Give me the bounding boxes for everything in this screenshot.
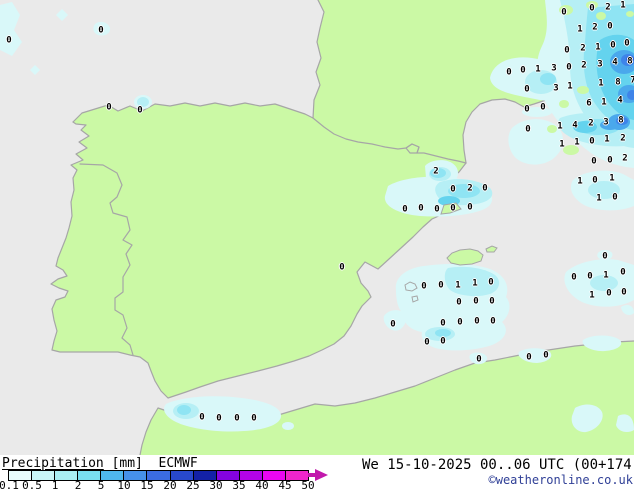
precipitation-map: 0000002112002100001302348031187006140142… [0,0,634,455]
legend-tick-label: 1 [52,479,59,490]
legend-tick-label: 50 [301,479,314,490]
legend-tick-label: 25 [186,479,199,490]
copyright-text: ©weatheronline.co.uk [489,473,634,487]
legend-tick-label: 0.5 [22,479,42,490]
legend-title: Precipitation [mm] ECMWF [2,456,198,471]
legend-parameter-label: Precipitation [2,456,104,471]
legend-tick-label: 40 [255,479,268,490]
legend-unit-label: [mm] [112,456,143,471]
legend-tick-label: 30 [209,479,222,490]
legend-model-label: ECMWF [159,456,198,471]
weather-map-screenshot: 0000002112002100001302348031187006140142… [0,0,634,490]
legend-tick-label: 5 [98,479,105,490]
map-canvas [0,0,634,455]
legend-tick-label: 35 [232,479,245,490]
legend-tick-label: 0.1 [0,479,19,490]
legend-tick-label: 10 [117,479,130,490]
legend-tick-label: 2 [75,479,82,490]
legend-tick-label: 20 [163,479,176,490]
legend-tick-label: 15 [140,479,153,490]
legend-tick-label: 45 [278,479,291,490]
validity-datetime: We 15-10-2025 00..06 UTC (00+174 [362,457,632,473]
legend-tick-row: 0.10.5125101520253035404550 [0,479,340,490]
